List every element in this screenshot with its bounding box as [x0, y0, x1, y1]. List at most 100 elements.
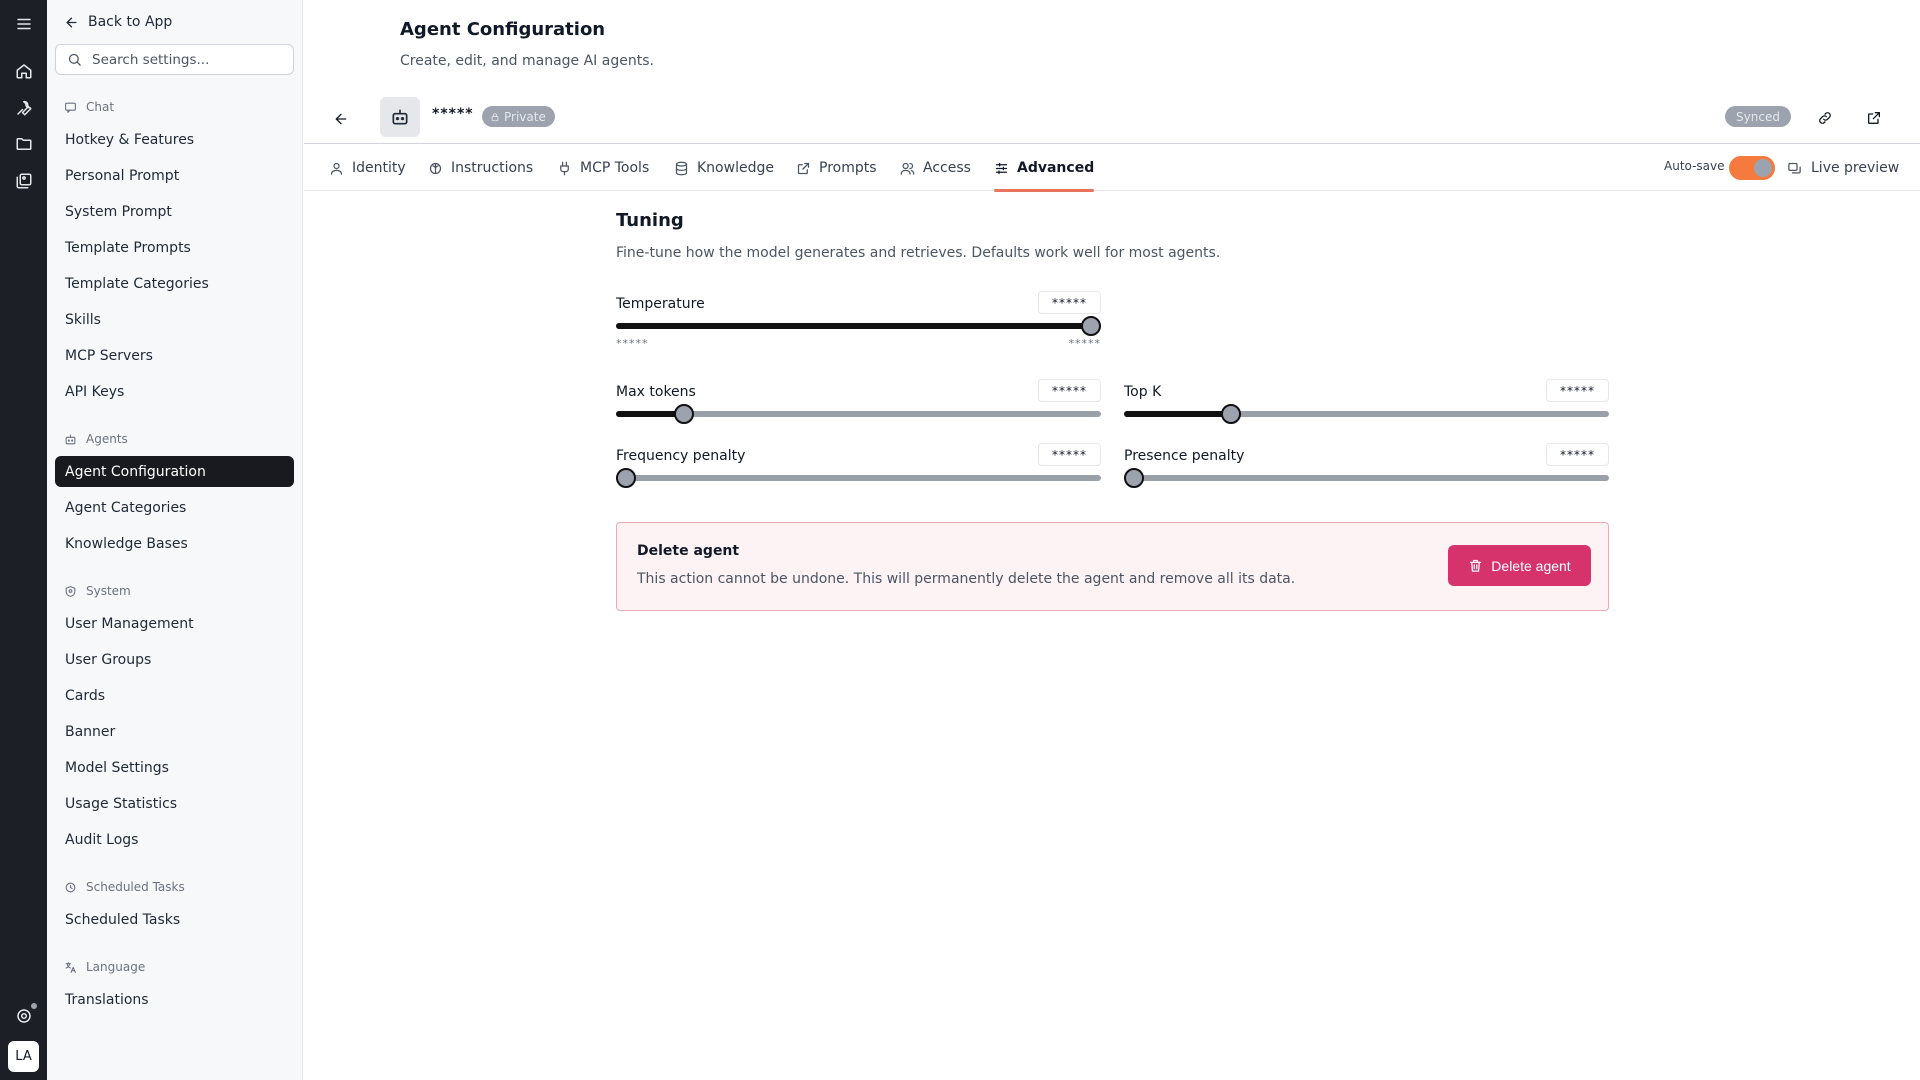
back-button[interactable] [330, 108, 352, 130]
wrench-icon[interactable] [12, 96, 36, 120]
external-icon [797, 162, 810, 174]
tab-prompts[interactable]: Prompts [796, 145, 877, 191]
tab-knowledge[interactable]: Knowledge [674, 145, 774, 191]
notification-dot [31, 1003, 37, 1009]
sidebar-item-mcp-servers[interactable]: MCP Servers [55, 340, 294, 371]
sidebar-item-personal-prompt[interactable]: Personal Prompt [55, 160, 294, 191]
delete-agent-button[interactable]: Delete agent [1448, 545, 1591, 586]
search-input[interactable] [92, 51, 282, 68]
sliders-icon [995, 162, 1008, 174]
tuning-title: Tuning [616, 210, 684, 231]
tab-label: Knowledge [697, 160, 774, 176]
presence-penalty-slider[interactable] [1123, 468, 1609, 488]
sidebar-item-template-categories[interactable]: Template Categories [55, 268, 294, 299]
share-button[interactable] [1863, 107, 1885, 129]
sidebar-item-banner[interactable]: Banner [55, 716, 294, 747]
section-system: System [64, 584, 131, 598]
tab-instructions[interactable]: Instructions [428, 145, 533, 191]
visibility-badge: Private [482, 106, 555, 127]
frequency-penalty-label: Frequency penalty [616, 448, 746, 464]
tab-access[interactable]: Access [900, 145, 971, 191]
sidebar-item-system-prompt[interactable]: System Prompt [55, 196, 294, 227]
temperature-value-input[interactable]: ***** [1038, 291, 1101, 314]
sidebar-item-audit-logs[interactable]: Audit Logs [55, 824, 294, 855]
arrow-left-icon [66, 17, 77, 27]
slider-thumb[interactable] [1123, 468, 1144, 488]
slider-thumb[interactable] [1081, 316, 1102, 336]
autosave-label: Auto-save [1664, 159, 1725, 173]
section-language: Language [64, 960, 145, 974]
sidebar-item-agent-configuration[interactable]: Agent Configuration [55, 456, 294, 487]
top-k-slider[interactable] [1124, 404, 1609, 424]
avatar[interactable]: LA [8, 1041, 39, 1072]
max-tokens-slider[interactable] [616, 404, 1101, 424]
live-preview-button[interactable]: Live preview [1787, 145, 1899, 191]
presence-penalty-value-input[interactable]: ***** [1546, 443, 1609, 466]
plug-icon [560, 161, 569, 175]
link-icon [1819, 112, 1831, 124]
frequency-penalty-slider[interactable] [615, 468, 1101, 488]
clock-icon [65, 882, 76, 892]
sidebar-item-user-groups[interactable]: User Groups [55, 644, 294, 675]
tab-label: Advanced [1017, 160, 1095, 176]
back-to-app-link[interactable]: Back to App [64, 14, 172, 30]
copy-link-button[interactable] [1814, 107, 1836, 129]
section-label: Chat [86, 100, 115, 114]
sidebar-item-template-prompts[interactable]: Template Prompts [55, 232, 294, 263]
section-scheduled-tasks: Scheduled Tasks [64, 880, 185, 894]
slider-thumb[interactable] [615, 468, 636, 488]
section-chat: Chat [64, 100, 114, 114]
search-icon [68, 53, 81, 66]
gallery-icon[interactable] [12, 169, 36, 193]
bot-icon [65, 434, 76, 444]
tab-identity[interactable]: Identity [329, 145, 406, 191]
lock-icon [491, 112, 499, 121]
menu-icon[interactable] [12, 12, 36, 36]
home-icon[interactable] [12, 59, 36, 83]
top-k-value-input[interactable]: ***** [1546, 379, 1609, 402]
delete-agent-description: This action cannot be undone. This will … [637, 571, 1296, 587]
temperature-max-label: ***** [1068, 337, 1101, 350]
sidebar-item-usage-statistics[interactable]: Usage Statistics [55, 788, 294, 819]
sidebar-item-translations[interactable]: Translations [55, 984, 294, 1015]
main-content: Agent Configuration Create, edit, and ma… [304, 0, 1920, 1080]
section-label: System [86, 584, 131, 598]
back-to-app-label: Back to App [88, 14, 173, 30]
sync-status-badge: Synced [1725, 106, 1791, 127]
temperature-label: Temperature [616, 296, 705, 312]
max-tokens-value-input[interactable]: ***** [1038, 379, 1101, 402]
tab-label: MCP Tools [580, 160, 650, 176]
tab-label: Prompts [819, 160, 877, 176]
frequency-penalty-value-input[interactable]: ***** [1038, 443, 1101, 466]
section-agents: Agents [64, 432, 128, 446]
slider-thumb[interactable] [673, 404, 694, 424]
tab-label: Identity [352, 160, 406, 176]
shield-icon [65, 585, 76, 597]
slider-fill [1124, 411, 1231, 417]
tab-mcp-tools[interactable]: MCP Tools [557, 145, 649, 191]
presence-penalty-label: Presence penalty [1124, 448, 1245, 464]
tab-advanced[interactable]: Advanced [994, 145, 1095, 192]
sidebar-item-agent-categories[interactable]: Agent Categories [55, 492, 294, 523]
sidebar-item-api-keys[interactable]: API Keys [55, 376, 294, 407]
top-k-label: Top K [1124, 384, 1162, 400]
settings-search[interactable] [55, 44, 294, 75]
autosave-toggle[interactable] [1729, 156, 1775, 180]
sidebar-item-scheduled-tasks[interactable]: Scheduled Tasks [55, 904, 294, 935]
chat-icon [65, 102, 76, 113]
sidebar-item-cards[interactable]: Cards [55, 680, 294, 711]
sidebar-item-knowledge-bases[interactable]: Knowledge Bases [55, 528, 294, 559]
sidebar-item-hotkey-features[interactable]: Hotkey & Features [55, 124, 294, 155]
page-subtitle: Create, edit, and manage AI agents. [400, 53, 654, 69]
sidebar-item-skills[interactable]: Skills [55, 304, 294, 335]
slider-thumb[interactable] [1220, 404, 1241, 424]
agent-avatar[interactable] [380, 97, 420, 137]
temperature-slider[interactable] [616, 316, 1102, 336]
folder-icon[interactable] [12, 132, 36, 156]
preview-icon [1788, 162, 1801, 173]
delete-agent-panel: Delete agent This action cannot be undon… [616, 522, 1609, 611]
sidebar-item-model-settings[interactable]: Model Settings [55, 752, 294, 783]
sidebar-item-user-management[interactable]: User Management [55, 608, 294, 639]
tab-label: Instructions [451, 160, 534, 176]
bot-icon [392, 109, 408, 125]
